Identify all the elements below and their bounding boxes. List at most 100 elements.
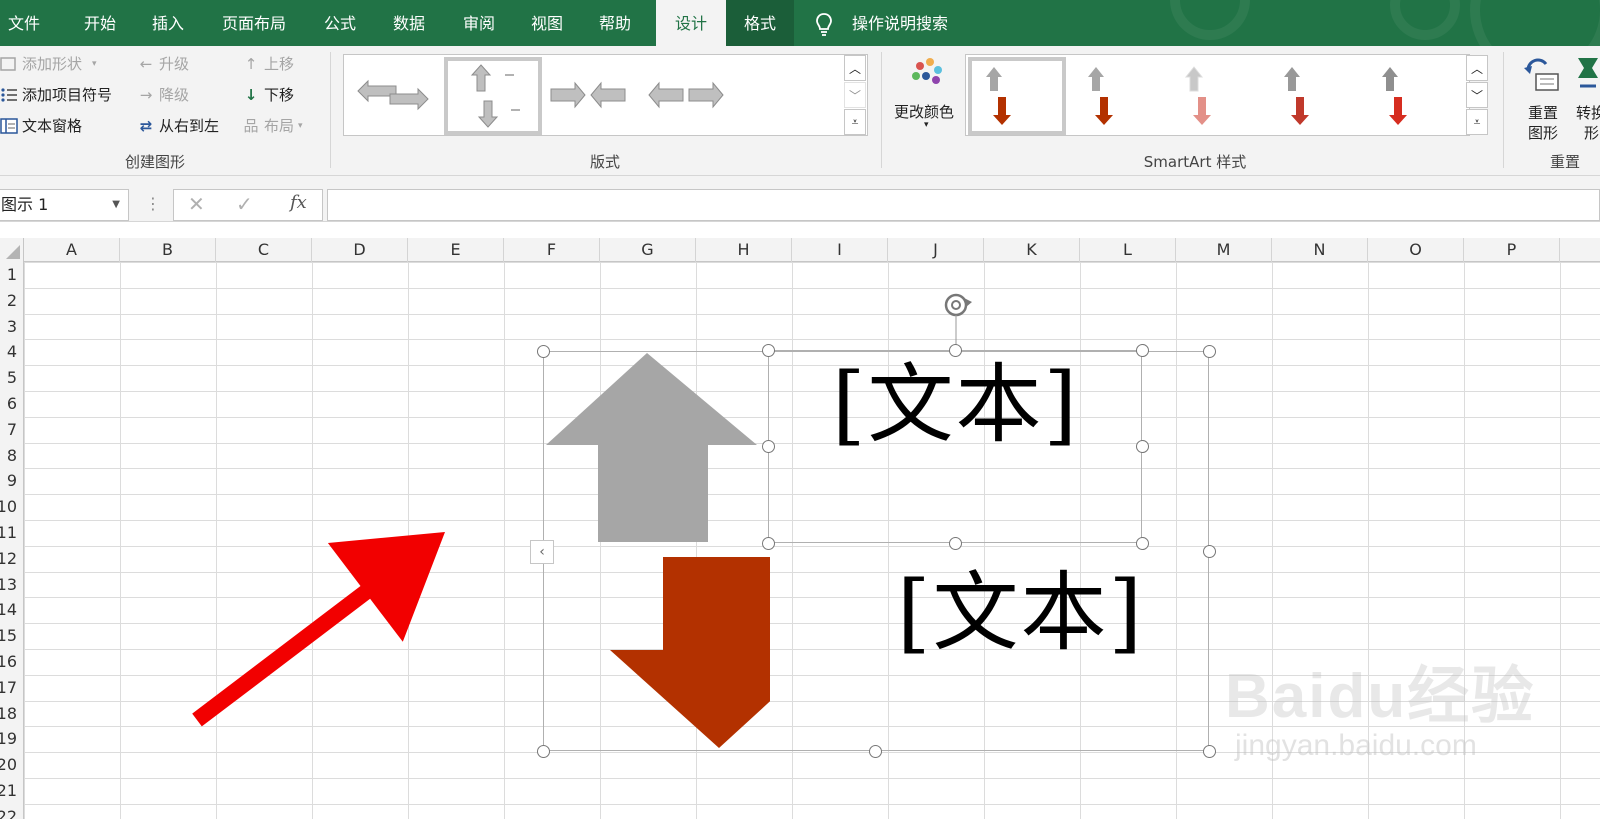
row-header-14[interactable]: 14 — [0, 597, 17, 622]
smartart-down-arrow[interactable] — [610, 557, 770, 748]
graphic-resize-handle[interactable] — [536, 744, 550, 758]
shape-resize-handle[interactable] — [761, 343, 775, 357]
styles-scroll-up-button[interactable]: ︿ — [1466, 55, 1488, 81]
row-header-19[interactable]: 19 — [0, 726, 17, 751]
gallery-scroll-up-button[interactable]: ︿ — [844, 55, 866, 81]
tab-help[interactable]: 帮助 — [599, 0, 631, 46]
graphic-resize-handle[interactable] — [536, 344, 550, 358]
shape-resize-handle[interactable] — [948, 343, 962, 357]
tab-home[interactable]: 开始 — [84, 0, 116, 46]
text-pane-toggle-button[interactable]: ‹ — [530, 540, 554, 564]
styles-more-button[interactable]: ⩡ — [1466, 109, 1488, 135]
row-header-13[interactable]: 13 — [0, 572, 17, 597]
row-header-7[interactable]: 7 — [0, 417, 17, 442]
row-header-9[interactable]: 9 — [0, 468, 17, 493]
row-header-11[interactable]: 11 — [0, 520, 17, 545]
shape-resize-handle[interactable] — [1135, 536, 1149, 550]
column-header-K[interactable]: K — [984, 238, 1080, 262]
layout-up-down-arrows-selected[interactable] — [444, 57, 542, 135]
gallery-more-button[interactable]: ⩡ — [844, 109, 866, 135]
style-subtle[interactable] — [1076, 65, 1166, 131]
column-header-A[interactable]: A — [24, 238, 120, 262]
tab-review[interactable]: 审阅 — [463, 0, 495, 46]
column-header-C[interactable]: C — [216, 238, 312, 262]
style-moderate[interactable] — [1174, 65, 1264, 131]
demote-button[interactable]: → 降级 — [137, 84, 189, 105]
add-bullet-button[interactable]: 添加项目符号 — [0, 84, 112, 105]
graphic-resize-handle[interactable] — [1202, 344, 1216, 358]
row-header-18[interactable]: 18 — [0, 701, 17, 726]
move-down-button[interactable]: ↓ 下移 — [242, 84, 294, 105]
row-header-16[interactable]: 16 — [0, 649, 17, 674]
tab-formulas[interactable]: 公式 — [324, 0, 356, 46]
column-header-F[interactable]: F — [504, 238, 600, 262]
tab-data[interactable]: 数据 — [393, 0, 425, 46]
column-header-P[interactable]: P — [1464, 238, 1560, 262]
shape-resize-handle[interactable] — [761, 536, 775, 550]
convert-button[interactable]: 转换 形 — [1570, 52, 1600, 148]
style-intense[interactable] — [1272, 65, 1362, 131]
lightbulb-icon[interactable] — [815, 12, 833, 36]
row-header-5[interactable]: 5 — [0, 365, 17, 390]
styles-scroll-down-button[interactable]: ﹀ — [1466, 82, 1488, 108]
layout-button[interactable]: 品 布局 ▾ — [242, 115, 302, 136]
row-header-17[interactable]: 17 — [0, 675, 17, 700]
style-flat-selected[interactable] — [968, 57, 1066, 135]
column-header-N[interactable]: N — [1272, 238, 1368, 262]
smartart-up-arrow[interactable] — [546, 353, 757, 542]
column-header-E[interactable]: E — [408, 238, 504, 262]
select-all-button[interactable] — [0, 238, 24, 262]
formula-bar-grip-icon[interactable]: ⋮ — [145, 194, 161, 213]
row-header-12[interactable]: 12 — [0, 546, 17, 571]
column-header-O[interactable]: O — [1368, 238, 1464, 262]
right-to-left-button[interactable]: ⇄ 从右到左 — [137, 115, 219, 136]
column-header-D[interactable]: D — [312, 238, 408, 262]
gallery-scroll-down-button[interactable]: ﹀ — [844, 82, 866, 108]
column-header-I[interactable]: I — [792, 238, 888, 262]
layout-diverging-arrows[interactable] — [647, 79, 725, 111]
row-header-6[interactable]: 6 — [0, 391, 17, 416]
promote-button[interactable]: ← 升级 — [137, 53, 189, 74]
column-header-L[interactable]: L — [1080, 238, 1176, 262]
row-header-22[interactable]: 22 — [0, 804, 17, 819]
row-header-3[interactable]: 3 — [0, 314, 17, 339]
layout-opposing-arrows[interactable] — [356, 77, 430, 113]
insert-function-button[interactable]: fx — [290, 192, 307, 213]
tab-view[interactable]: 视图 — [531, 0, 563, 46]
shape-resize-handle[interactable] — [1135, 343, 1149, 357]
layout-converging-arrows[interactable] — [549, 79, 627, 111]
style-3d[interactable] — [1370, 65, 1460, 131]
cancel-icon[interactable]: ✕ — [188, 192, 205, 216]
formula-input[interactable] — [327, 189, 1600, 221]
reset-graphic-button[interactable]: 重置 图形 — [1518, 52, 1568, 148]
tab-format[interactable]: 格式 — [726, 0, 794, 46]
tab-insert[interactable]: 插入 — [152, 0, 184, 46]
tab-design[interactable]: 设计 — [656, 0, 726, 46]
rotate-handle[interactable] — [940, 290, 978, 352]
row-header-8[interactable]: 8 — [0, 443, 17, 468]
tab-page-layout[interactable]: 页面布局 — [222, 0, 286, 46]
row-header-2[interactable]: 2 — [0, 288, 17, 313]
shape-resize-handle[interactable] — [948, 536, 962, 550]
row-header-10[interactable]: 10 — [0, 494, 17, 519]
column-header-J[interactable]: J — [888, 238, 984, 262]
chevron-down-icon[interactable]: ▼ — [112, 190, 120, 220]
row-header-15[interactable]: 15 — [0, 623, 17, 648]
smartart-text-1[interactable]: [文本] — [832, 362, 1079, 448]
column-header-M[interactable]: M — [1176, 238, 1272, 262]
column-header-B[interactable]: B — [120, 238, 216, 262]
enter-check-icon[interactable]: ✓ — [236, 192, 253, 216]
shape-resize-handle[interactable] — [761, 439, 775, 453]
column-header-H[interactable]: H — [696, 238, 792, 262]
row-header-20[interactable]: 20 — [0, 752, 17, 777]
graphic-resize-handle[interactable] — [868, 744, 882, 758]
graphic-resize-handle[interactable] — [1202, 744, 1216, 758]
change-colors-button[interactable]: 更改颜色 ▾ — [892, 54, 962, 144]
name-box[interactable]: 图示 1 ▼ — [0, 189, 129, 221]
shape-resize-handle[interactable] — [1135, 439, 1149, 453]
move-up-button[interactable]: ↑ 上移 — [242, 53, 294, 74]
row-header-4[interactable]: 4 — [0, 339, 17, 364]
text-pane-button[interactable]: 文本窗格 — [0, 115, 82, 136]
column-header-G[interactable]: G — [600, 238, 696, 262]
tell-me-search[interactable]: 操作说明搜索 — [852, 0, 948, 46]
